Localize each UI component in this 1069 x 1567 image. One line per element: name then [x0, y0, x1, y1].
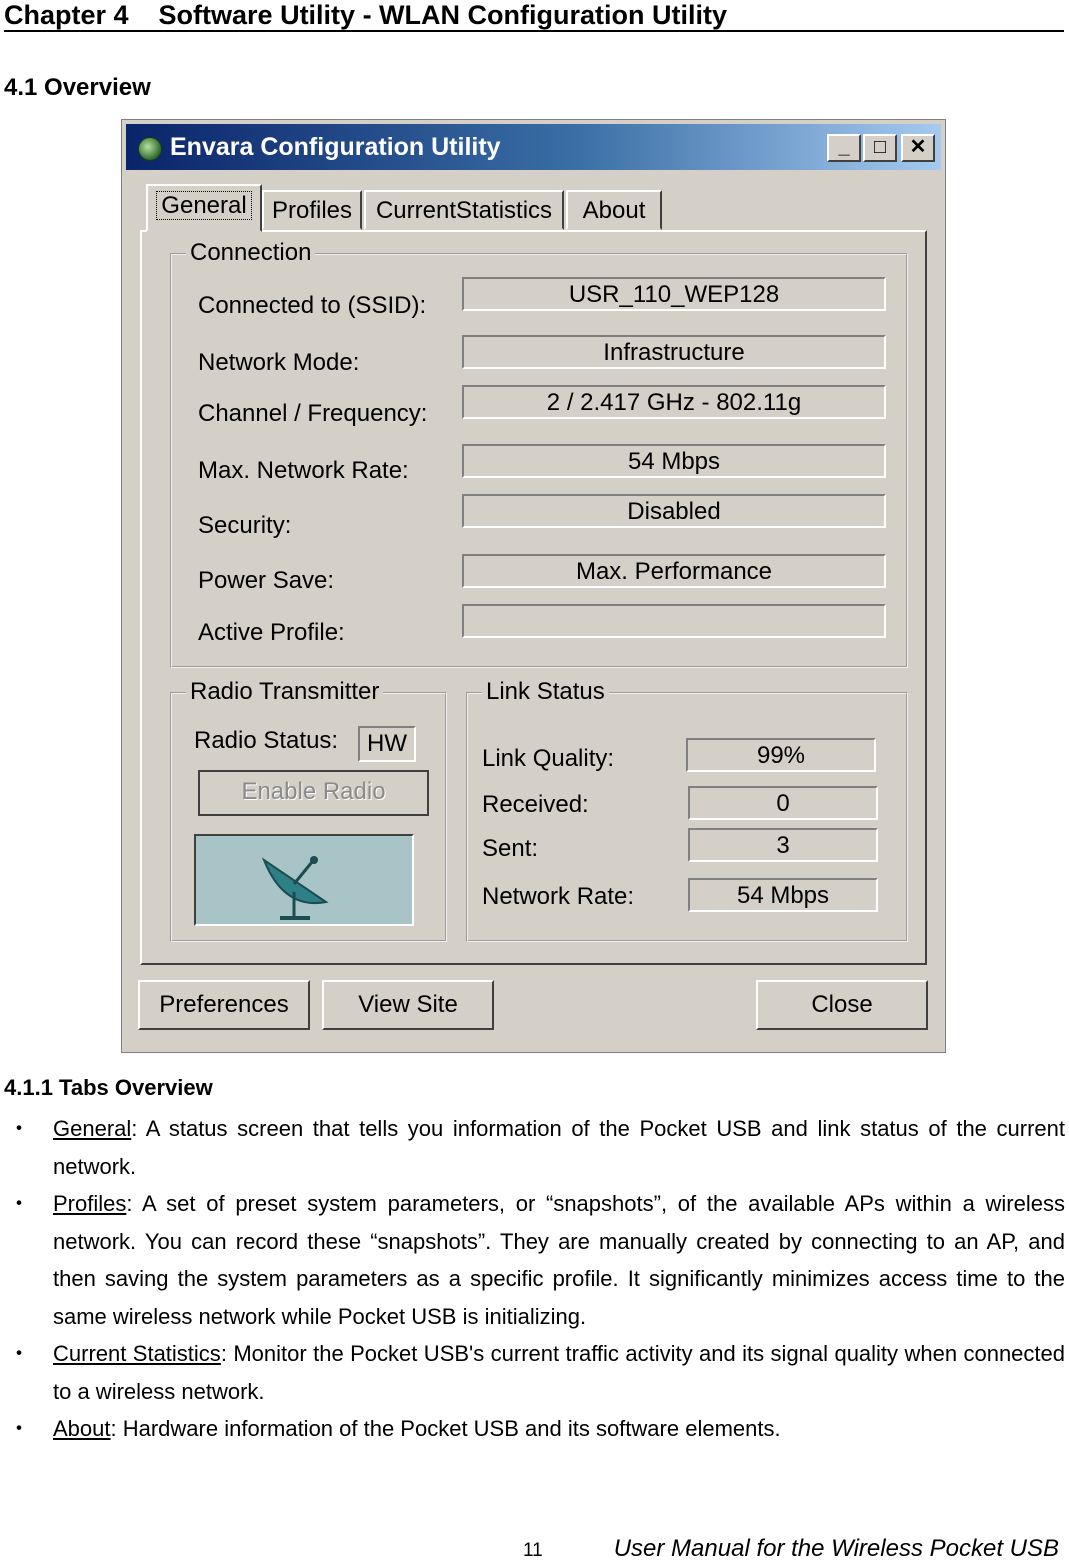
bullet: ・ — [8, 1116, 31, 1141]
power-save-label: Power Save: — [198, 567, 335, 594]
active-profile-value — [462, 604, 886, 638]
link-status-legend: Link Status — [482, 677, 609, 707]
list-item: ・ About: Hardware information of the Pock… — [0, 1410, 1065, 1448]
active-profile-label: Active Profile: — [198, 619, 345, 646]
radio-transmitter-legend: Radio Transmitter — [186, 677, 384, 707]
section-heading: 4.1 Overview — [4, 74, 151, 101]
received-value: 0 — [688, 786, 878, 820]
sent-value: 3 — [688, 828, 878, 862]
maximize-button[interactable]: □ — [863, 134, 897, 162]
connection-group: Connection Connected to (SSID): USR_110_… — [170, 238, 908, 668]
desc-profiles: : A set of preset system parameters, or … — [53, 1191, 1065, 1329]
tabs-overview-heading: 4.1.1 Tabs Overview — [4, 1075, 213, 1100]
term-current-statistics: Current Statistics — [53, 1341, 221, 1366]
security-label: Security: — [198, 512, 292, 539]
radio-status-value: HW — [358, 726, 416, 762]
bullet: ・ — [8, 1341, 31, 1366]
network-mode-value: Infrastructure — [462, 335, 886, 369]
network-rate-label: Network Rate: — [482, 883, 635, 910]
tab-general-label: General — [156, 191, 252, 220]
tab-profiles[interactable]: Profiles — [262, 190, 362, 230]
general-tab-panel: Connection Connected to (SSID): USR_110_… — [140, 230, 927, 965]
channel-frequency-value: 2 / 2.417 GHz - 802.11g — [462, 385, 886, 419]
preferences-button[interactable]: Preferences — [138, 980, 310, 1030]
list-item: ・ General: A status screen that tells you… — [0, 1110, 1065, 1185]
desc-general: : A status screen that tells you informa… — [53, 1116, 1065, 1179]
close-button[interactable]: Close — [756, 980, 928, 1030]
manual-title: User Manual for the Wireless Pocket USB — [613, 1535, 1059, 1562]
term-about: About — [53, 1416, 111, 1441]
channel-frequency-label: Channel / Frequency: — [198, 400, 428, 427]
link-quality-label: Link Quality: — [482, 745, 615, 772]
app-globe-icon — [138, 137, 162, 161]
title-bar[interactable]: Envara Configuration Utility _ □ ✕ — [126, 124, 941, 170]
max-network-rate-value: 54 Mbps — [462, 444, 886, 478]
ssid-value: USR_110_WEP128 — [462, 277, 886, 311]
radio-status-label: Radio Status: — [194, 727, 339, 754]
tabs-overview-list: ・ General: A status screen that tells you… — [0, 1110, 1065, 1448]
list-item: ・ Current Statistics: Monitor the Pocket … — [0, 1335, 1065, 1410]
list-item: ・ Profiles: A set of preset system parame… — [0, 1185, 1065, 1335]
ssid-label: Connected to (SSID): — [198, 292, 427, 319]
enable-radio-button[interactable]: Enable Radio — [198, 770, 429, 816]
bullet: ・ — [8, 1416, 31, 1441]
chapter-heading: Chapter 4 Software Utility - WLAN Config… — [4, 0, 1064, 32]
term-profiles: Profiles — [53, 1191, 127, 1216]
bullet: ・ — [8, 1191, 31, 1216]
window-title: Envara Configuration Utility — [170, 133, 501, 161]
network-mode-label: Network Mode: — [198, 349, 360, 376]
power-save-value: Max. Performance — [462, 554, 886, 588]
desc-about: : Hardware information of the Pocket USB… — [110, 1416, 781, 1441]
network-rate-value: 54 Mbps — [688, 878, 878, 912]
satellite-dish-icon — [261, 856, 329, 920]
radio-transmitter-group: Radio Transmitter Radio Status: HW Enabl… — [170, 677, 447, 942]
tab-general[interactable]: General — [146, 184, 262, 232]
tab-about[interactable]: About — [566, 190, 662, 230]
view-site-button[interactable]: View Site — [322, 980, 494, 1030]
page-number: 11 — [523, 1540, 543, 1561]
link-quality-value: 99% — [686, 738, 876, 772]
max-network-rate-label: Max. Network Rate: — [198, 457, 409, 484]
connection-legend: Connection — [186, 238, 316, 268]
tab-current-statistics[interactable]: CurrentStatistics — [364, 190, 564, 230]
received-label: Received: — [482, 791, 589, 818]
term-general: General — [53, 1116, 132, 1141]
minimize-button[interactable]: _ — [827, 134, 861, 162]
sent-label: Sent: — [482, 835, 539, 862]
close-window-button[interactable]: ✕ — [901, 134, 935, 162]
radio-image — [194, 834, 414, 926]
link-status-group: Link Status Link Quality: 99% Received: … — [466, 677, 908, 942]
config-utility-window: Envara Configuration Utility _ □ ✕ Gener… — [121, 119, 946, 1053]
security-value: Disabled — [462, 494, 886, 528]
